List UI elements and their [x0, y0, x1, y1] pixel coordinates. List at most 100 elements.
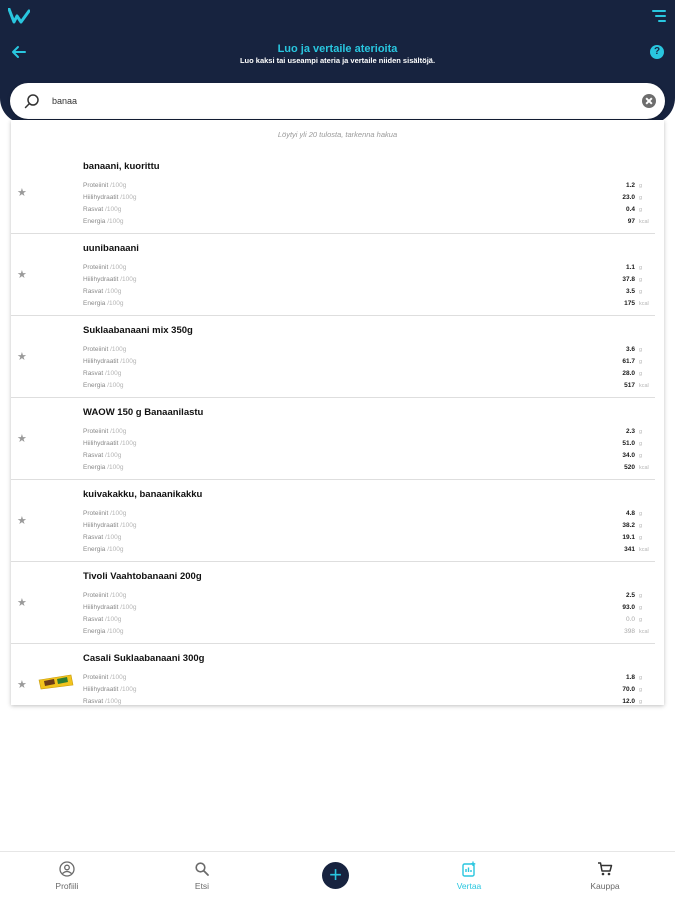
- nutrient-row: Hiilihydraatit /100g 70.0 g: [83, 686, 653, 698]
- nutrient-per: /100g: [105, 370, 122, 377]
- nav-search[interactable]: Etsi: [157, 852, 247, 900]
- nutrient-unit: g: [639, 195, 643, 201]
- nutrient-row: Proteiinit /100g 1.1 g: [83, 264, 653, 276]
- nutrient-row: Rasvat /100g 0.0 g: [83, 616, 653, 628]
- add-button[interactable]: +: [322, 862, 349, 889]
- nutrient-value: 2.5: [625, 592, 635, 599]
- nutrient-per: /100g: [110, 264, 127, 271]
- nutrient-unit: g: [639, 687, 643, 693]
- nutrient-unit: g: [639, 617, 643, 623]
- nutrient-row: Hiilihydraatit /100g 38.2 g: [83, 522, 653, 534]
- nutrient-row: Rasvat /100g 12.0 g: [83, 698, 653, 705]
- nutrient-value: 51.0: [622, 440, 635, 447]
- nutrient-unit: g: [639, 347, 643, 353]
- nav-profile[interactable]: Profiili: [22, 852, 112, 900]
- compare-icon: [462, 861, 476, 877]
- nutrient-value: 93.0: [622, 604, 635, 611]
- nutrient-label: Energia: [83, 218, 106, 225]
- search-input[interactable]: [52, 91, 632, 111]
- nutrient-value: 1.1: [625, 264, 635, 271]
- nutrient-label: Proteiinit: [83, 428, 109, 435]
- nutrient-value: 1.2: [625, 182, 635, 189]
- item-name: Casali Suklaabanaani 300g: [83, 653, 205, 664]
- nutrient-per: /100g: [120, 686, 137, 693]
- app-screen: Luo ja vertaile aterioita Luo kaksi tai …: [0, 0, 675, 900]
- nutrient-per: /100g: [120, 276, 137, 283]
- nutrient-row: Proteiinit /100g 2.5 g: [83, 592, 653, 604]
- nutrient-row: Rasvat /100g 0.4 g: [83, 206, 653, 218]
- nutrient-row: Energia /100g 97 kcal: [83, 218, 653, 230]
- nutrient-per: /100g: [110, 592, 127, 599]
- nutrient-row: Rasvat /100g 19.1 g: [83, 534, 653, 546]
- nutrient-row: Hiilihydraatit /100g 23.0 g: [83, 194, 653, 206]
- nav-compare[interactable]: Vertaa: [424, 852, 514, 900]
- nutrient-per: /100g: [107, 628, 124, 635]
- nutrient-unit: g: [639, 277, 643, 283]
- favorite-star-icon[interactable]: ★: [17, 186, 27, 199]
- nutrient-per: /100g: [107, 218, 124, 225]
- nutrient-row: Proteiinit /100g 4.8 g: [83, 510, 653, 522]
- nav-shop[interactable]: Kauppa: [560, 852, 650, 900]
- nutrient-label: Hiilihydraatit: [83, 604, 119, 611]
- nutrient-row: Hiilihydraatit /100g 93.0 g: [83, 604, 653, 616]
- app-logo-icon[interactable]: [8, 8, 30, 24]
- search-icon: [24, 94, 39, 109]
- nutrient-value: 0.0: [625, 616, 635, 623]
- help-icon[interactable]: ?: [650, 45, 664, 59]
- nutrient-label: Rasvat: [83, 452, 104, 459]
- nutrient-unit: g: [639, 511, 643, 517]
- favorite-star-icon[interactable]: ★: [17, 514, 27, 527]
- result-item[interactable]: ★ banaani, kuorittu Proteiinit /100g 1.2 g Hi…: [11, 152, 655, 234]
- nutrient-value: 37.8: [622, 276, 635, 283]
- result-item[interactable]: ★ WAOW 150 g Banaanilastu Proteiinit /100g…: [11, 398, 655, 480]
- favorite-star-icon[interactable]: ★: [17, 268, 27, 281]
- page-title: Luo ja vertaile aterioita: [277, 43, 398, 55]
- nutrient-per: /100g: [110, 510, 127, 517]
- nutrient-unit: g: [639, 535, 643, 541]
- nutrient-per: /100g: [105, 534, 122, 541]
- nutrient-per: /100g: [105, 288, 122, 295]
- favorite-star-icon[interactable]: ★: [17, 596, 27, 609]
- favorite-star-icon[interactable]: ★: [17, 678, 27, 691]
- nutrient-label: Rasvat: [83, 370, 104, 377]
- result-item[interactable]: ★ uunibanaani Proteiinit /100g 1.1 g Hiilihyd…: [11, 234, 655, 316]
- result-item[interactable]: ★ kuivakakku, banaanikakku Proteiinit /100…: [11, 480, 655, 562]
- nutrient-row: Rasvat /100g 34.0 g: [83, 452, 653, 464]
- nutrient-per: /100g: [120, 440, 137, 447]
- nutrient-per: /100g: [110, 182, 127, 189]
- nutrient-value: 1.8: [625, 674, 635, 681]
- nutrient-label: Hiilihydraatit: [83, 358, 119, 365]
- nutrient-per: /100g: [120, 522, 137, 529]
- result-item[interactable]: ★ Tivoli Vaahtobanaani 200g Proteiinit /10…: [11, 562, 655, 644]
- nutrient-label: Proteiinit: [83, 182, 109, 189]
- nutrient-value: 3.5: [625, 288, 635, 295]
- nutrient-row: Energia /100g 520 kcal: [83, 464, 653, 476]
- favorite-star-icon[interactable]: ★: [17, 432, 27, 445]
- cart-icon: [598, 862, 613, 876]
- nutrient-value: 4.8: [625, 510, 635, 517]
- nutrient-row: Rasvat /100g 3.5 g: [83, 288, 653, 300]
- nutrient-row: Rasvat /100g 28.0 g: [83, 370, 653, 382]
- nutrient-value: 175: [624, 300, 635, 307]
- nutrient-value: 517: [624, 382, 635, 389]
- nutrient-unit: g: [639, 675, 643, 681]
- item-name: banaani, kuorittu: [83, 161, 160, 172]
- nutrient-label: Proteiinit: [83, 510, 109, 517]
- nutrient-row: Proteiinit /100g 3.6 g: [83, 346, 653, 358]
- nutrient-label: Proteiinit: [83, 264, 109, 271]
- nutrient-unit: kcal: [639, 547, 649, 553]
- nutrient-unit: g: [639, 359, 643, 365]
- result-item[interactable]: ★ Suklaabanaani mix 350g Proteiinit /100g 3…: [11, 316, 655, 398]
- favorite-star-icon[interactable]: ★: [17, 350, 27, 363]
- nutrient-unit: g: [639, 371, 643, 377]
- nutrient-value: 12.0: [622, 698, 635, 705]
- nutrient-unit: g: [639, 593, 643, 599]
- result-item[interactable]: ★ Casali Suklaabanaani 300g Proteiinit /10…: [11, 644, 655, 705]
- nutrient-per: /100g: [110, 674, 127, 681]
- nutrient-per: /100g: [120, 604, 137, 611]
- profile-icon: [59, 861, 75, 877]
- nutrient-unit: kcal: [639, 629, 649, 635]
- clear-search-icon[interactable]: [642, 94, 656, 108]
- nav-label-profile: Profiili: [55, 881, 79, 891]
- menu-icon[interactable]: [652, 10, 666, 22]
